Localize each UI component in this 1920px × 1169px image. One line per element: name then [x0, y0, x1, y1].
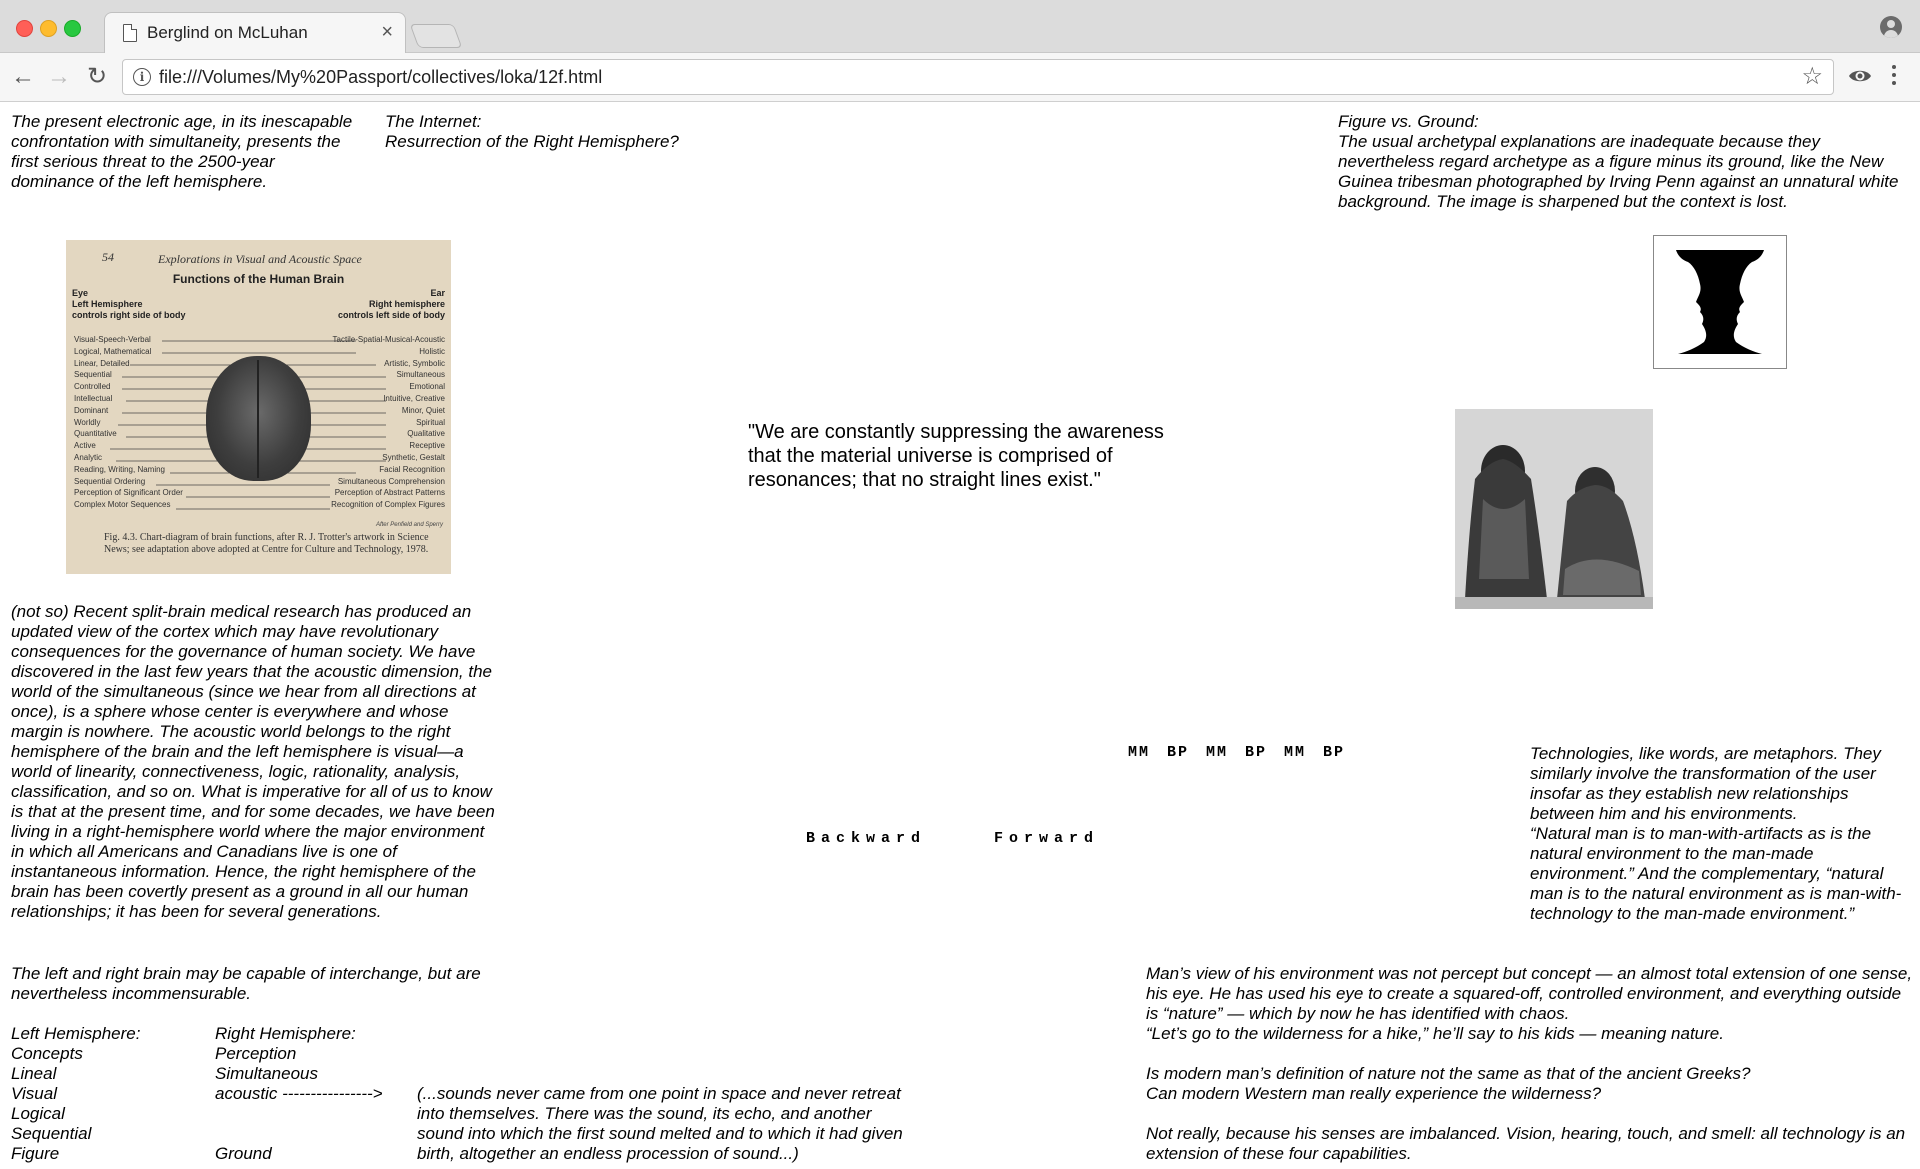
split-brain-text: (not so) Recent split-brain medical rese…: [11, 602, 495, 921]
chart-running-head: Explorations in Visual and Acoustic Spac…: [158, 252, 362, 266]
figure-ground-text: Figure vs. Ground: The usual archetypal …: [1338, 112, 1899, 211]
page-content: The present electronic age, in its inesc…: [0, 102, 1920, 1169]
brain-chart-image: 54 Explorations in Visual and Acoustic S…: [66, 240, 451, 574]
back-icon[interactable]: ←: [8, 62, 38, 92]
chart-right-header: Ear Right hemisphere controls left side …: [337, 288, 445, 320]
irving-penn-photo: [1455, 409, 1653, 609]
eye-icon[interactable]: [1848, 64, 1872, 88]
zoom-window-button[interactable]: [64, 20, 81, 37]
forward-icon[interactable]: →: [44, 62, 74, 92]
document-icon: [123, 24, 137, 42]
minimize-window-button[interactable]: [40, 20, 57, 37]
vase-faces-illustration: [1676, 250, 1764, 354]
chart-page-number: 54: [102, 250, 114, 264]
tribesmen-photo-illustration: [1455, 409, 1653, 609]
bookmark-star-icon[interactable]: ☆: [1801, 62, 1823, 91]
forward-link[interactable]: Forward: [994, 830, 1099, 847]
brain-illustration: [206, 356, 311, 481]
close-icon[interactable]: ×: [381, 21, 393, 44]
menu-icon[interactable]: [1890, 65, 1898, 89]
intro-text: The present electronic age, in its inesc…: [11, 112, 353, 191]
left-hemisphere-list: Left Hemisphere: Concepts Lineal Visual …: [11, 1024, 141, 1163]
reload-icon[interactable]: ↻: [82, 62, 112, 92]
close-window-button[interactable]: [16, 20, 33, 37]
info-icon[interactable]: i: [133, 68, 151, 86]
chart-left-header: Eye Left Hemisphere controls right side …: [72, 288, 186, 320]
internet-heading: The Internet: Resurrection of the Right …: [385, 112, 679, 151]
backward-link[interactable]: Backward: [806, 830, 926, 847]
new-tab-button[interactable]: [409, 24, 463, 48]
tab-title: Berglind on McLuhan: [147, 23, 308, 42]
chart-right-items: Tactile-Spatial-Musical-Acoustic Holisti…: [331, 335, 445, 510]
account-icon[interactable]: [1880, 16, 1902, 38]
window-titlebar: Berglind on McLuhan ×: [0, 0, 1920, 53]
address-bar[interactable]: i file:///Volumes/My%20Passport/collecti…: [122, 59, 1834, 95]
sounds-text: (...sounds never came from one point in …: [417, 1084, 903, 1163]
chart-left-items: Visual-Speech-Verbal Logical, Mathematic…: [74, 335, 183, 510]
right-hemisphere-list: Right Hemisphere: Perception Simultaneou…: [215, 1024, 383, 1163]
mans-view-text: Man’s view of his environment was not pe…: [1146, 964, 1913, 1163]
rubin-vase-image: [1653, 235, 1787, 369]
browser-tab[interactable]: Berglind on McLuhan ×: [104, 12, 406, 53]
chart-caption: Fig. 4.3. Chart-diagram of brain functio…: [104, 532, 429, 555]
browser-toolbar: ← → ↻ i file:///Volumes/My%20Passport/co…: [0, 53, 1920, 102]
resonance-quote: "We are constantly suppressing the aware…: [748, 421, 1164, 491]
chart-title: Functions of the Human Brain: [172, 272, 345, 286]
url-text[interactable]: file:///Volumes/My%20Passport/collective…: [159, 67, 602, 88]
technologies-text: Technologies, like words, are metaphors.…: [1530, 744, 1902, 923]
mm-bp-link[interactable]: MM BP MM BP MM BP: [1128, 744, 1345, 761]
chart-credit: After Penfield and Sperry: [375, 522, 443, 528]
incommensurable-text: The left and right brain may be capable …: [11, 964, 481, 1003]
